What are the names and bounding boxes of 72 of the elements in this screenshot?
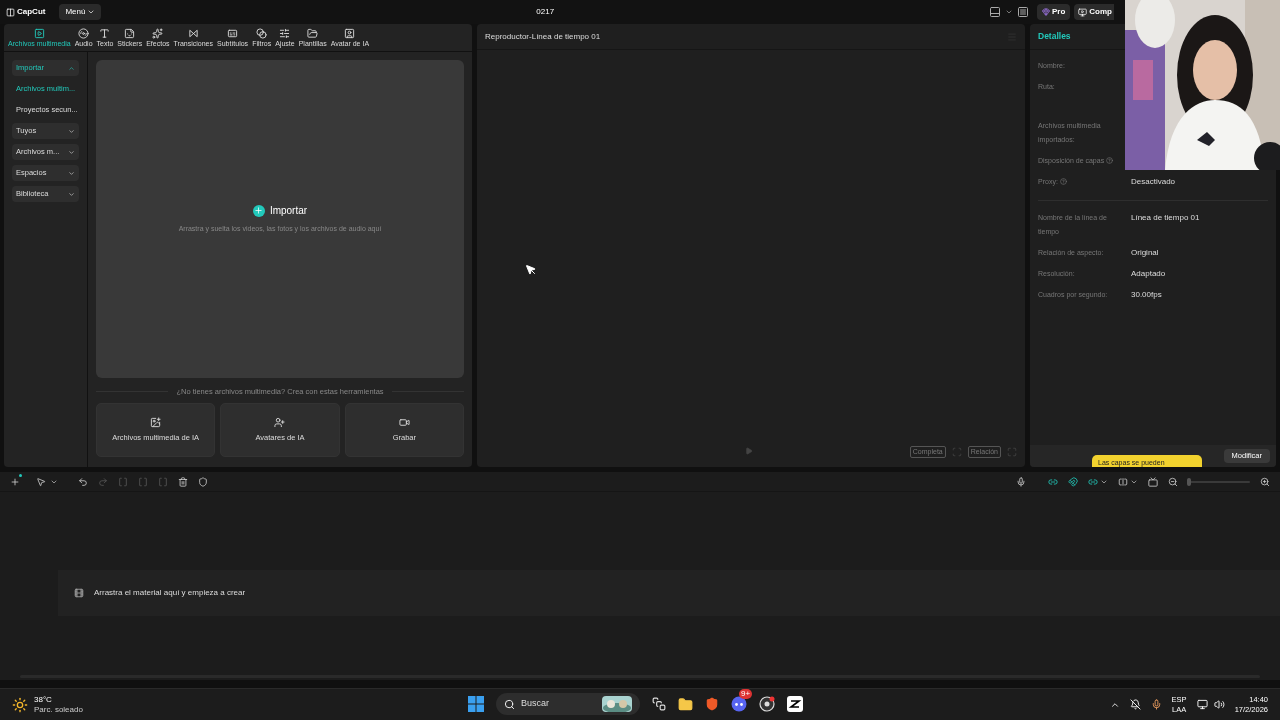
play-square-icon bbox=[33, 28, 45, 39]
magnet-icon[interactable] bbox=[1068, 476, 1078, 487]
disc-icon bbox=[78, 28, 90, 39]
caret-icon[interactable] bbox=[87, 8, 96, 16]
menu-button[interactable]: Menú bbox=[59, 4, 102, 20]
delete-icon[interactable] bbox=[178, 476, 188, 487]
import-button[interactable]: Importar bbox=[252, 203, 308, 219]
app-logo: CapCut bbox=[17, 6, 46, 18]
field-value: Adaptado bbox=[1131, 268, 1166, 280]
plus-icon bbox=[254, 206, 264, 216]
zoom-in-icon[interactable] bbox=[1260, 476, 1270, 487]
caret-icon bbox=[68, 127, 75, 135]
shield-icon[interactable] bbox=[705, 697, 719, 711]
link-icon[interactable] bbox=[1048, 476, 1058, 487]
logo-icon bbox=[6, 7, 15, 17]
shield-icon[interactable] bbox=[198, 476, 208, 487]
temperature: 38°C bbox=[34, 694, 53, 705]
split-view-icon[interactable] bbox=[1118, 476, 1128, 487]
volume-icon[interactable] bbox=[1213, 699, 1225, 710]
bell-off-icon[interactable] bbox=[1129, 699, 1141, 710]
monitor-icon[interactable] bbox=[1078, 7, 1088, 17]
task-view-icon[interactable] bbox=[652, 697, 666, 711]
caret-icon bbox=[68, 169, 75, 177]
field-value: Original bbox=[1131, 247, 1159, 259]
monitor-icon[interactable] bbox=[1196, 699, 1208, 710]
record-app-icon[interactable] bbox=[759, 696, 775, 712]
field-value: 30.00fps bbox=[1131, 289, 1162, 301]
layout-icon[interactable] bbox=[989, 6, 1001, 18]
user-plus-icon bbox=[274, 417, 286, 429]
search-placeholder: Buscar bbox=[521, 697, 550, 711]
undo-icon[interactable] bbox=[78, 476, 88, 487]
zoom-out-icon[interactable] bbox=[1168, 476, 1178, 487]
caret-icon bbox=[68, 148, 75, 156]
folder-icon[interactable] bbox=[678, 696, 693, 712]
add-icon[interactable] bbox=[10, 476, 20, 487]
share-button[interactable]: Comp bbox=[1074, 4, 1114, 20]
main-track[interactable]: Arrastra el material aquí y empieza a crear bbox=[58, 570, 1280, 616]
details-title: Detalles bbox=[1038, 30, 1071, 43]
microphone-icon[interactable] bbox=[1150, 699, 1162, 710]
weather-text: Parc. soleado bbox=[34, 704, 83, 715]
mouse-cursor-icon bbox=[525, 264, 537, 276]
notification-badge: 9+ bbox=[739, 689, 753, 699]
sparkles-icon bbox=[152, 28, 164, 39]
player-title: Reproductor-Línea de tiempo 01 bbox=[485, 30, 601, 43]
text-icon bbox=[99, 28, 111, 39]
caret-icon bbox=[68, 64, 75, 72]
caret-icon[interactable] bbox=[1005, 8, 1013, 16]
timeline-hint: Arrastra el material aquí y empieza a crear bbox=[94, 587, 246, 599]
chat-app-icon[interactable] bbox=[731, 696, 747, 712]
bowtie-icon bbox=[187, 28, 199, 39]
field-value: Línea de tiempo 01 bbox=[1131, 212, 1200, 224]
link-icon[interactable] bbox=[1088, 476, 1098, 487]
image-plus-icon bbox=[150, 417, 162, 429]
video-camera-icon bbox=[398, 417, 410, 429]
blend-icon bbox=[256, 28, 268, 39]
folder-icon bbox=[307, 28, 319, 39]
film-icon bbox=[74, 588, 84, 598]
caret-icon bbox=[68, 190, 75, 198]
field-value: Desactivado bbox=[1131, 176, 1176, 188]
project-title: 0217 bbox=[536, 6, 555, 18]
editor-app-icon[interactable] bbox=[787, 696, 803, 712]
user-square-icon bbox=[344, 28, 356, 39]
search-field[interactable]: Buscar bbox=[496, 693, 640, 715]
sticker-icon bbox=[124, 28, 136, 39]
sliders-icon bbox=[279, 28, 291, 39]
microphone-icon[interactable] bbox=[1016, 476, 1026, 487]
search-icon[interactable] bbox=[504, 698, 515, 710]
weather-icon[interactable] bbox=[12, 696, 28, 713]
preview-icon[interactable] bbox=[1148, 476, 1158, 487]
gem-icon[interactable] bbox=[1042, 8, 1050, 16]
pro-button[interactable]: Pro bbox=[1037, 4, 1071, 20]
select-tool-icon[interactable] bbox=[36, 476, 46, 487]
